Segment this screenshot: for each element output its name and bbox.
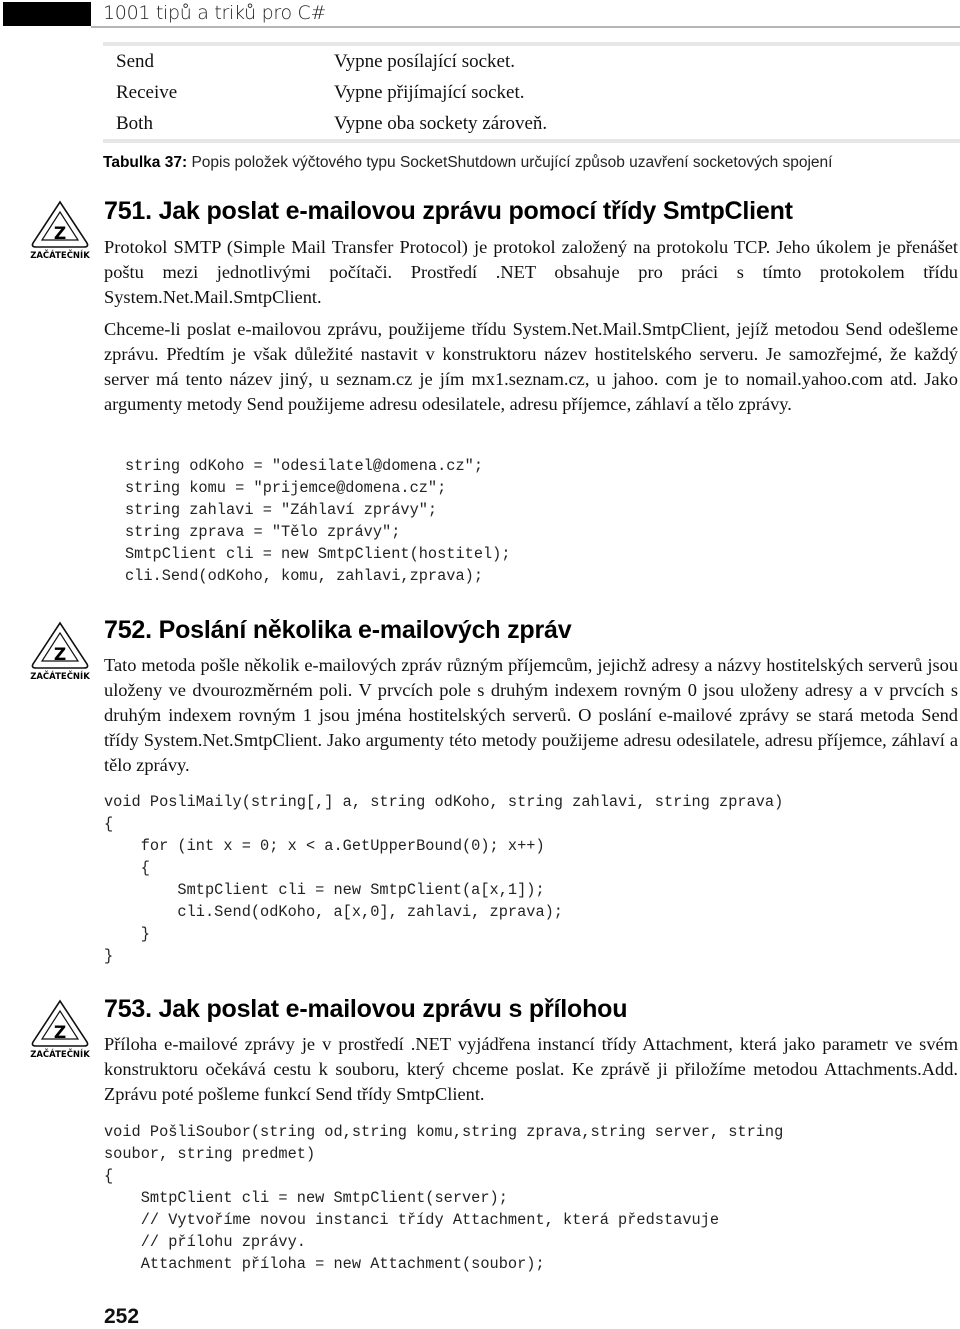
table-value: Vypne přijímající socket.: [334, 82, 525, 103]
code-line: SmtpClient cli = new SmtpClient(hostitel…: [125, 545, 511, 563]
code-line: string odKoho = "odesilatel@domena.cz";: [125, 457, 484, 475]
section-752-title: 752. Poslání několika e-mailových zpráv: [104, 616, 572, 644]
svg-text:Z: Z: [54, 224, 66, 244]
code-line: string komu = "prijemce@domena.cz";: [125, 479, 447, 497]
code-line: void PosliMaily(string[,] a, string odKo…: [104, 793, 784, 811]
enum-table: Send Vypne posílající socket. Receive Vy…: [103, 42, 960, 143]
section-753-title: 753. Jak poslat e-mailovou zprávu s příl…: [104, 995, 628, 1023]
code-line: Attachment příloha = new Attachment(soub…: [104, 1255, 545, 1273]
section-753-code: void PošliSoubor(string od,string komu,s…: [104, 1121, 783, 1275]
code-line: cli.Send(odKoho, a[x,0], zahlavi, zprava…: [104, 903, 563, 921]
code-line: }: [104, 947, 114, 965]
section-751-title: 751. Jak poslat e-mailovou zprávu pomocí…: [104, 197, 793, 225]
code-line: soubor, string predmet): [104, 1145, 316, 1163]
table-row: Receive Vypne přijímající socket.: [103, 77, 960, 108]
beginner-badge-icon: Z ZAČÁTEČNÍK: [27, 998, 93, 1060]
table-value: Vypne posílající socket.: [334, 51, 515, 72]
paragraph: Protokol SMTP (Simple Mail Transfer Prot…: [104, 237, 958, 307]
table-caption: Tabulka 37: Popis položek výčtového typu…: [103, 154, 832, 172]
section-751-body: Protokol SMTP (Simple Mail Transfer Prot…: [104, 235, 958, 417]
code-line: for (int x = 0; x < a.GetUpperBound(0); …: [104, 837, 545, 855]
code-line: // Vytvoříme novou instanci třídy Attach…: [104, 1211, 720, 1229]
table-caption-label: Tabulka 37:: [103, 154, 188, 171]
table-caption-text: Popis položek výčtového typu SocketShutd…: [187, 154, 833, 171]
code-line: // přílohu zprávy.: [104, 1233, 306, 1251]
table-row: Both Vypne oba sockety zároveň.: [103, 108, 960, 139]
svg-text:ZAČÁTEČNÍK: ZAČÁTEČNÍK: [30, 1048, 90, 1060]
svg-text:ZAČÁTEČNÍK: ZAČÁTEČNÍK: [30, 249, 90, 261]
section-752-code: void PosliMaily(string[,] a, string odKo…: [104, 791, 783, 967]
paragraph: Tato metoda pošle několik e-mailových zp…: [104, 655, 958, 775]
section-753-body: Příloha e-mailové zprávy je v prostředí …: [104, 1032, 958, 1107]
svg-text:Z: Z: [54, 645, 66, 665]
code-line: {: [104, 1167, 114, 1185]
code-line: cli.Send(odKoho, komu, zahlavi,zprava);: [125, 567, 484, 585]
running-header-title: 1001 tipů a triků pro C#: [103, 2, 327, 24]
header-black-block: [3, 2, 91, 26]
beginner-badge-icon: Z ZAČÁTEČNÍK: [27, 620, 93, 682]
paragraph: Příloha e-mailové zprávy je v prostředí …: [104, 1034, 958, 1104]
code-line: }: [104, 925, 150, 943]
code-line: SmtpClient cli = new SmtpClient(server);: [104, 1189, 508, 1207]
code-line: {: [104, 859, 150, 877]
code-line: string zprava = "Tělo zprávy";: [125, 523, 401, 541]
svg-text:Z: Z: [54, 1023, 66, 1043]
code-line: {: [104, 815, 114, 833]
code-line: string zahlavi = "Záhlaví zprávy";: [125, 501, 438, 519]
table-bottom-rule: [103, 139, 960, 143]
section-751-code: string odKoho = "odesilatel@domena.cz"; s…: [125, 455, 511, 587]
header-rule: [91, 26, 960, 28]
beginner-badge-icon: Z ZAČÁTEČNÍK: [27, 199, 93, 261]
table-key: Both: [116, 113, 153, 134]
code-line: void PošliSoubor(string od,string komu,s…: [104, 1123, 784, 1141]
table-row: Send Vypne posílající socket.: [103, 46, 960, 77]
table-key: Send: [116, 51, 154, 72]
paragraph: Chceme-li poslat e-mailovou zprávu, použ…: [104, 319, 958, 414]
table-key: Receive: [116, 82, 178, 103]
page-number: 252: [104, 1305, 140, 1328]
table-value: Vypne oba sockety zároveň.: [334, 113, 548, 134]
section-752-body: Tato metoda pošle několik e-mailových zp…: [104, 653, 958, 778]
code-line: SmtpClient cli = new SmtpClient(a[x,1]);: [104, 881, 545, 899]
svg-text:ZAČÁTEČNÍK: ZAČÁTEČNÍK: [30, 670, 90, 682]
